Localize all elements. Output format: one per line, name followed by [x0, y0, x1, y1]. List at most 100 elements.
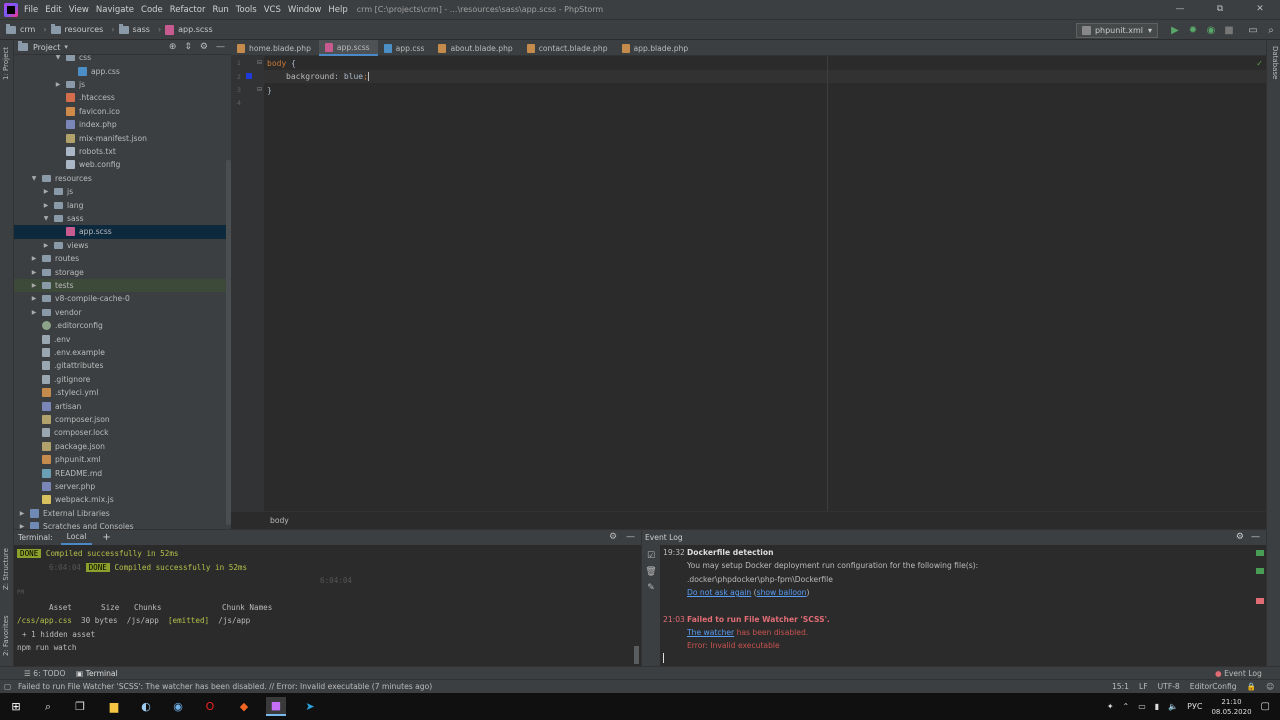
collapsed-arrow-icon[interactable]: ▶ — [42, 242, 50, 249]
tree-item[interactable]: .env — [14, 332, 231, 345]
expanded-arrow-icon[interactable]: ▼ — [42, 215, 50, 222]
phpstorm-logo-icon[interactable] — [4, 2, 18, 17]
gear-icon[interactable]: ⚙ — [1236, 532, 1244, 542]
color-swatch-icon[interactable] — [246, 73, 252, 79]
telegram-icon[interactable]: ➤ — [300, 697, 320, 716]
tree-item[interactable]: package.json — [14, 440, 231, 453]
the-watcher-link[interactable]: The watcher — [687, 628, 734, 637]
tree-item[interactable]: artisan — [14, 399, 231, 412]
minimize-button[interactable]: — — [1160, 0, 1200, 19]
error-marker[interactable] — [1256, 598, 1264, 604]
run-configuration-select[interactable]: phpunit.xml ▾ — [1075, 22, 1158, 38]
tray-app-icon[interactable]: ✦ — [1107, 702, 1114, 711]
menu-code[interactable]: Code — [141, 5, 163, 15]
tree-item[interactable]: robots.txt — [14, 145, 231, 158]
tree-item[interactable]: ▶ Scratches and Consoles — [14, 520, 231, 529]
tree-item[interactable]: ▶ lang — [14, 198, 231, 211]
terminal-tool-tab[interactable]: ▣ Terminal — [76, 669, 118, 678]
settings-wrench-icon[interactable]: ✎ — [642, 583, 660, 593]
tree-item[interactable]: ▶ External Libraries — [14, 507, 231, 520]
caret-position[interactable]: 15:1 — [1112, 682, 1129, 691]
clock[interactable]: 21:10 08.05.2020 — [1211, 697, 1251, 717]
collapsed-arrow-icon[interactable]: ▶ — [54, 81, 62, 88]
tree-item[interactable]: app.css — [14, 64, 231, 77]
info-marker[interactable] — [1256, 550, 1264, 556]
menu-help[interactable]: Help — [328, 5, 347, 15]
collapsed-arrow-icon[interactable]: ▶ — [42, 188, 50, 195]
editor-tab[interactable]: home.blade.php — [231, 40, 319, 56]
tree-item[interactable]: .gitattributes — [14, 359, 231, 372]
tree-item[interactable]: composer.lock — [14, 426, 231, 439]
tree-item[interactable]: ▼ sass — [14, 212, 231, 225]
expanded-arrow-icon[interactable]: ▼ — [54, 55, 62, 61]
menu-window[interactable]: Window — [288, 5, 322, 15]
tree-item[interactable]: .styleci.yml — [14, 386, 231, 399]
debug-icon[interactable]: ✹ — [1184, 25, 1202, 36]
expanded-arrow-icon[interactable]: ▼ — [30, 175, 38, 182]
windows-start-icon[interactable]: ⊞ — [6, 697, 26, 716]
tree-item[interactable]: ▶ js — [14, 78, 231, 91]
tree-item[interactable]: .gitignore — [14, 373, 231, 386]
project-tool-tab[interactable]: 1: Project — [2, 47, 10, 80]
notifications-icon[interactable]: ▢ — [1261, 701, 1270, 712]
volume-icon[interactable]: 🔈 — [1168, 702, 1178, 711]
show-balloon-link[interactable]: show balloon — [757, 588, 807, 597]
collapse-all-icon[interactable]: ⇕ — [184, 42, 192, 52]
breadcrumb-sass[interactable]: sass — [118, 23, 150, 34]
tree-item[interactable]: ▼ css — [14, 55, 231, 64]
hide-icon[interactable]: — — [626, 532, 635, 542]
collapsed-arrow-icon[interactable]: ▶ — [30, 282, 38, 289]
tree-item[interactable]: mix-manifest.json — [14, 131, 231, 144]
search-everywhere-icon[interactable]: ⌕ — [1262, 25, 1280, 36]
todo-tool-tab[interactable]: ☰ 6: TODO — [24, 669, 65, 678]
tree-item[interactable]: ▶ tests — [14, 278, 231, 293]
close-button[interactable]: ✕ — [1240, 0, 1280, 19]
file-encoding[interactable]: UTF-8 — [1158, 682, 1180, 691]
lock-icon[interactable]: 🔒 — [1247, 682, 1256, 691]
tree-item[interactable]: ▶ routes — [14, 252, 231, 265]
project-structure-icon[interactable]: ▭ — [1244, 25, 1262, 36]
collapsed-arrow-icon[interactable]: ▶ — [30, 255, 38, 262]
tree-item[interactable]: .editorconfig — [14, 319, 231, 332]
network-icon[interactable]: ▭ — [1138, 702, 1146, 711]
database-tool-tab[interactable]: Database — [1271, 46, 1279, 79]
collapsed-arrow-icon[interactable]: ▶ — [18, 510, 26, 517]
event-log-tool-tab[interactable]: ● Event Log — [1215, 669, 1262, 678]
chevron-up-icon[interactable]: ⌃ — [1123, 702, 1130, 711]
terminal-tab-local[interactable]: Local — [60, 530, 93, 545]
menu-navigate[interactable]: Navigate — [96, 5, 134, 15]
tree-item[interactable]: server.php — [14, 480, 231, 493]
locate-file-icon[interactable]: ⊕ — [169, 42, 177, 52]
collapsed-arrow-icon[interactable]: ▶ — [30, 269, 38, 276]
collapsed-arrow-icon[interactable]: ▶ — [42, 202, 50, 209]
tree-item[interactable]: ▼ resources — [14, 172, 231, 185]
steam-icon[interactable]: ◐ — [136, 697, 156, 716]
project-view-select[interactable]: Project — [33, 43, 60, 52]
editor-tab[interactable]: app.blade.php — [616, 40, 697, 56]
fold-icon[interactable]: ⊟ — [257, 59, 262, 66]
editor-tab[interactable]: app.scss — [318, 40, 378, 56]
battery-icon[interactable]: ▮ — [1155, 702, 1159, 711]
tree-item[interactable]: ▶ js — [14, 185, 231, 198]
tree-item[interactable]: ▶ vendor — [14, 306, 231, 319]
code-editor[interactable]: 1 2 3 4 ⊟ ⊟ body { background: blue; } ✓ — [231, 56, 1266, 511]
collapsed-arrow-icon[interactable]: ▶ — [30, 295, 38, 302]
tree-item[interactable]: web.config — [14, 158, 231, 171]
opera-icon[interactable]: O — [200, 697, 220, 716]
keyboard-language[interactable]: РУС — [1187, 702, 1202, 711]
fold-icon[interactable]: ⊟ — [257, 86, 262, 93]
terminal-scrollbar[interactable] — [634, 646, 639, 664]
menu-tools[interactable]: Tools — [236, 5, 257, 15]
tree-item[interactable]: .env.example — [14, 346, 231, 359]
tree-item[interactable]: .htaccess — [14, 91, 231, 104]
phpstorm-taskbar-icon[interactable]: ■ — [266, 697, 286, 716]
clear-all-icon[interactable]: 🗑 — [642, 567, 660, 577]
coverage-icon[interactable]: ◉ — [1202, 25, 1220, 36]
hide-icon[interactable]: — — [216, 42, 225, 52]
run-icon[interactable]: ▶ — [1166, 25, 1184, 36]
tree-item[interactable]: ▶ storage — [14, 265, 231, 278]
menu-edit[interactable]: Edit — [45, 5, 61, 15]
file-explorer-icon[interactable]: ▆ — [104, 697, 124, 716]
breadcrumb-resources[interactable]: resources — [50, 23, 103, 34]
menu-refactor[interactable]: Refactor — [170, 5, 206, 15]
